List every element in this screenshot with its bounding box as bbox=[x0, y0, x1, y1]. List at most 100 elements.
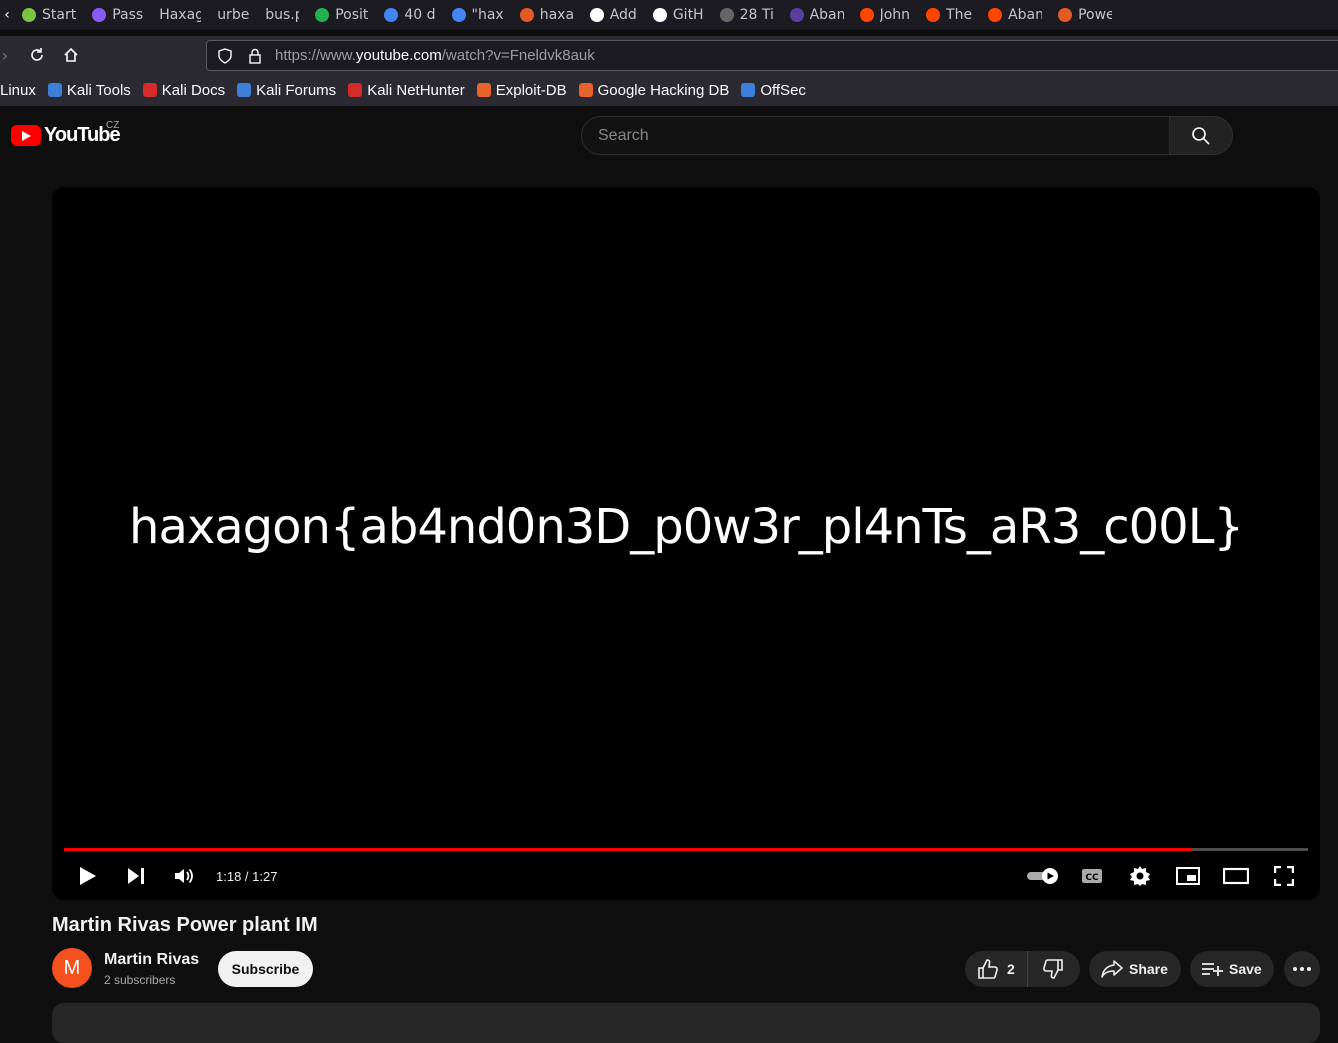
progress-bar-played bbox=[64, 848, 1193, 851]
browser-tab[interactable]: John bbox=[852, 0, 918, 30]
subscribe-button[interactable]: Subscribe bbox=[218, 951, 313, 987]
video-title: Martin Rivas Power plant IM bbox=[52, 914, 318, 936]
browser-tab[interactable]: Aban bbox=[980, 0, 1050, 30]
tab-favicon-icon bbox=[859, 8, 874, 22]
browser-tab[interactable]: urbex.jp bbox=[209, 0, 257, 30]
play-button[interactable] bbox=[64, 855, 112, 897]
bookmark-item[interactable]: Kali Tools bbox=[47, 82, 131, 99]
tab-label: Haxagon bbox=[159, 7, 202, 23]
tab-favicon-icon bbox=[589, 8, 604, 22]
video-frame-text: haxagon{ab4nd0n3D_p0w3r_pl4nTs_aR3_c00L} bbox=[129, 499, 1244, 555]
tab-label: John bbox=[879, 7, 911, 23]
search-input[interactable] bbox=[582, 126, 1169, 145]
save-button[interactable]: Save bbox=[1190, 951, 1274, 987]
channel-name[interactable]: Martin Rivas bbox=[104, 951, 199, 969]
bookmark-item[interactable]: OffSec bbox=[741, 82, 806, 99]
player-controls: 1:18 / 1:27 CC bbox=[52, 855, 1320, 897]
tracking-shield-icon[interactable] bbox=[213, 47, 237, 64]
dislike-button[interactable] bbox=[1028, 951, 1078, 987]
url-bar[interactable]: https://www.youtube.com/watch?v=Fneldvk8… bbox=[206, 40, 1338, 71]
bookmark-item[interactable]: Kali Forums bbox=[237, 82, 336, 99]
bookmark-item[interactable]: Kali Docs bbox=[142, 82, 225, 99]
bookmark-item[interactable]: Linux bbox=[0, 82, 36, 99]
bookmark-favicon-icon bbox=[578, 83, 593, 97]
country-code: CZ bbox=[106, 120, 120, 131]
search-button[interactable] bbox=[1169, 116, 1233, 155]
like-count: 2 bbox=[1007, 961, 1015, 977]
bookmark-item[interactable]: Google Hacking DB bbox=[578, 81, 730, 99]
lock-icon[interactable] bbox=[243, 48, 267, 64]
bookmark-label: Google Hacking DB bbox=[597, 81, 730, 99]
bookmark-item[interactable]: Exploit-DB bbox=[476, 81, 567, 99]
youtube-logo[interactable]: YouTube bbox=[11, 124, 121, 147]
share-button[interactable]: Share bbox=[1089, 951, 1181, 987]
video-player[interactable]: haxagon{ab4nd0n3D_p0w3r_pl4nTs_aR3_c00L}… bbox=[52, 187, 1320, 900]
like-dislike-group: 2 bbox=[965, 951, 1080, 987]
tab-label: haxa bbox=[539, 7, 574, 23]
volume-icon bbox=[175, 868, 193, 884]
browser-tab[interactable]: Haxagon bbox=[151, 0, 209, 30]
bookmark-item[interactable]: Kali NetHunter bbox=[348, 82, 465, 99]
home-icon[interactable] bbox=[54, 36, 88, 74]
tab-favicon-icon bbox=[1058, 8, 1073, 22]
search-box bbox=[581, 116, 1170, 155]
tab-favicon-icon bbox=[315, 8, 330, 22]
url-text[interactable]: https://www.youtube.com/watch?v=Fneldvk8… bbox=[275, 47, 595, 64]
browser-tab[interactable]: Pass bbox=[84, 0, 151, 30]
browser-tab[interactable]: Powe bbox=[1050, 0, 1120, 30]
captions-button[interactable]: CC bbox=[1068, 855, 1116, 897]
save-playlist-icon bbox=[1202, 963, 1223, 976]
browser-tab[interactable]: Aban bbox=[782, 0, 852, 30]
browser-tab[interactable]: Posit bbox=[307, 0, 376, 30]
miniplayer-icon bbox=[1176, 867, 1200, 885]
browser-tab[interactable]: GitH bbox=[645, 0, 712, 30]
mute-button[interactable] bbox=[160, 855, 208, 897]
tab-favicon-icon bbox=[22, 8, 36, 22]
thumbs-up-icon bbox=[978, 959, 998, 979]
tab-label: Aban bbox=[1008, 7, 1043, 23]
browser-tab[interactable]: 40 d bbox=[376, 0, 443, 30]
browser-tab[interactable]: bus.png bbox=[257, 0, 307, 30]
progress-bar[interactable] bbox=[64, 848, 1308, 851]
fullscreen-icon bbox=[1274, 866, 1294, 886]
tab-label: GitH bbox=[672, 7, 704, 23]
tab-label: bus.png bbox=[265, 7, 300, 23]
miniplayer-button[interactable] bbox=[1164, 855, 1212, 897]
play-icon bbox=[80, 867, 96, 885]
tab-label: 28 Ti bbox=[739, 7, 774, 23]
browser-tab[interactable]: Add bbox=[582, 0, 645, 30]
theater-mode-button[interactable] bbox=[1212, 855, 1260, 897]
bookmark-favicon-icon bbox=[348, 83, 363, 97]
tab-label: Start bbox=[42, 7, 77, 23]
forward-icon[interactable]: › bbox=[0, 36, 10, 74]
bookmark-favicon-icon bbox=[476, 83, 491, 97]
like-button[interactable]: 2 bbox=[965, 951, 1028, 987]
description-box[interactable] bbox=[52, 1003, 1320, 1043]
more-actions-button[interactable] bbox=[1284, 951, 1320, 987]
autoplay-toggle[interactable] bbox=[1020, 855, 1068, 897]
next-icon bbox=[128, 868, 144, 884]
tab-favicon-icon bbox=[926, 8, 941, 22]
reload-icon[interactable] bbox=[20, 36, 54, 74]
next-button[interactable] bbox=[112, 855, 160, 897]
tabs-scroll-left-icon[interactable]: ‹ bbox=[0, 7, 14, 23]
tab-favicon-icon bbox=[789, 8, 804, 22]
tab-label: Add bbox=[609, 7, 637, 23]
bookmark-label: Exploit-DB bbox=[495, 81, 567, 99]
theater-mode-icon bbox=[1223, 867, 1249, 885]
browser-tab[interactable]: The bbox=[918, 0, 980, 30]
channel-avatar[interactable]: M bbox=[52, 948, 92, 988]
settings-button[interactable] bbox=[1116, 855, 1164, 897]
bookmark-label: Linux bbox=[0, 81, 36, 99]
tab-label: The bbox=[946, 7, 973, 23]
autoplay-toggle-icon bbox=[1027, 868, 1058, 884]
bookmark-label: OffSec bbox=[760, 81, 806, 99]
tab-label: urbex.jp bbox=[217, 7, 250, 23]
bookmark-favicon-icon bbox=[237, 83, 252, 97]
fullscreen-button[interactable] bbox=[1260, 855, 1308, 897]
browser-tab[interactable]: Start bbox=[14, 0, 84, 30]
browser-tab[interactable]: haxa bbox=[512, 0, 582, 30]
browser-tab[interactable]: "hax bbox=[444, 0, 512, 30]
browser-tab[interactable]: 28 Ti bbox=[712, 0, 782, 30]
bookmark-label: Kali NetHunter bbox=[367, 81, 465, 99]
